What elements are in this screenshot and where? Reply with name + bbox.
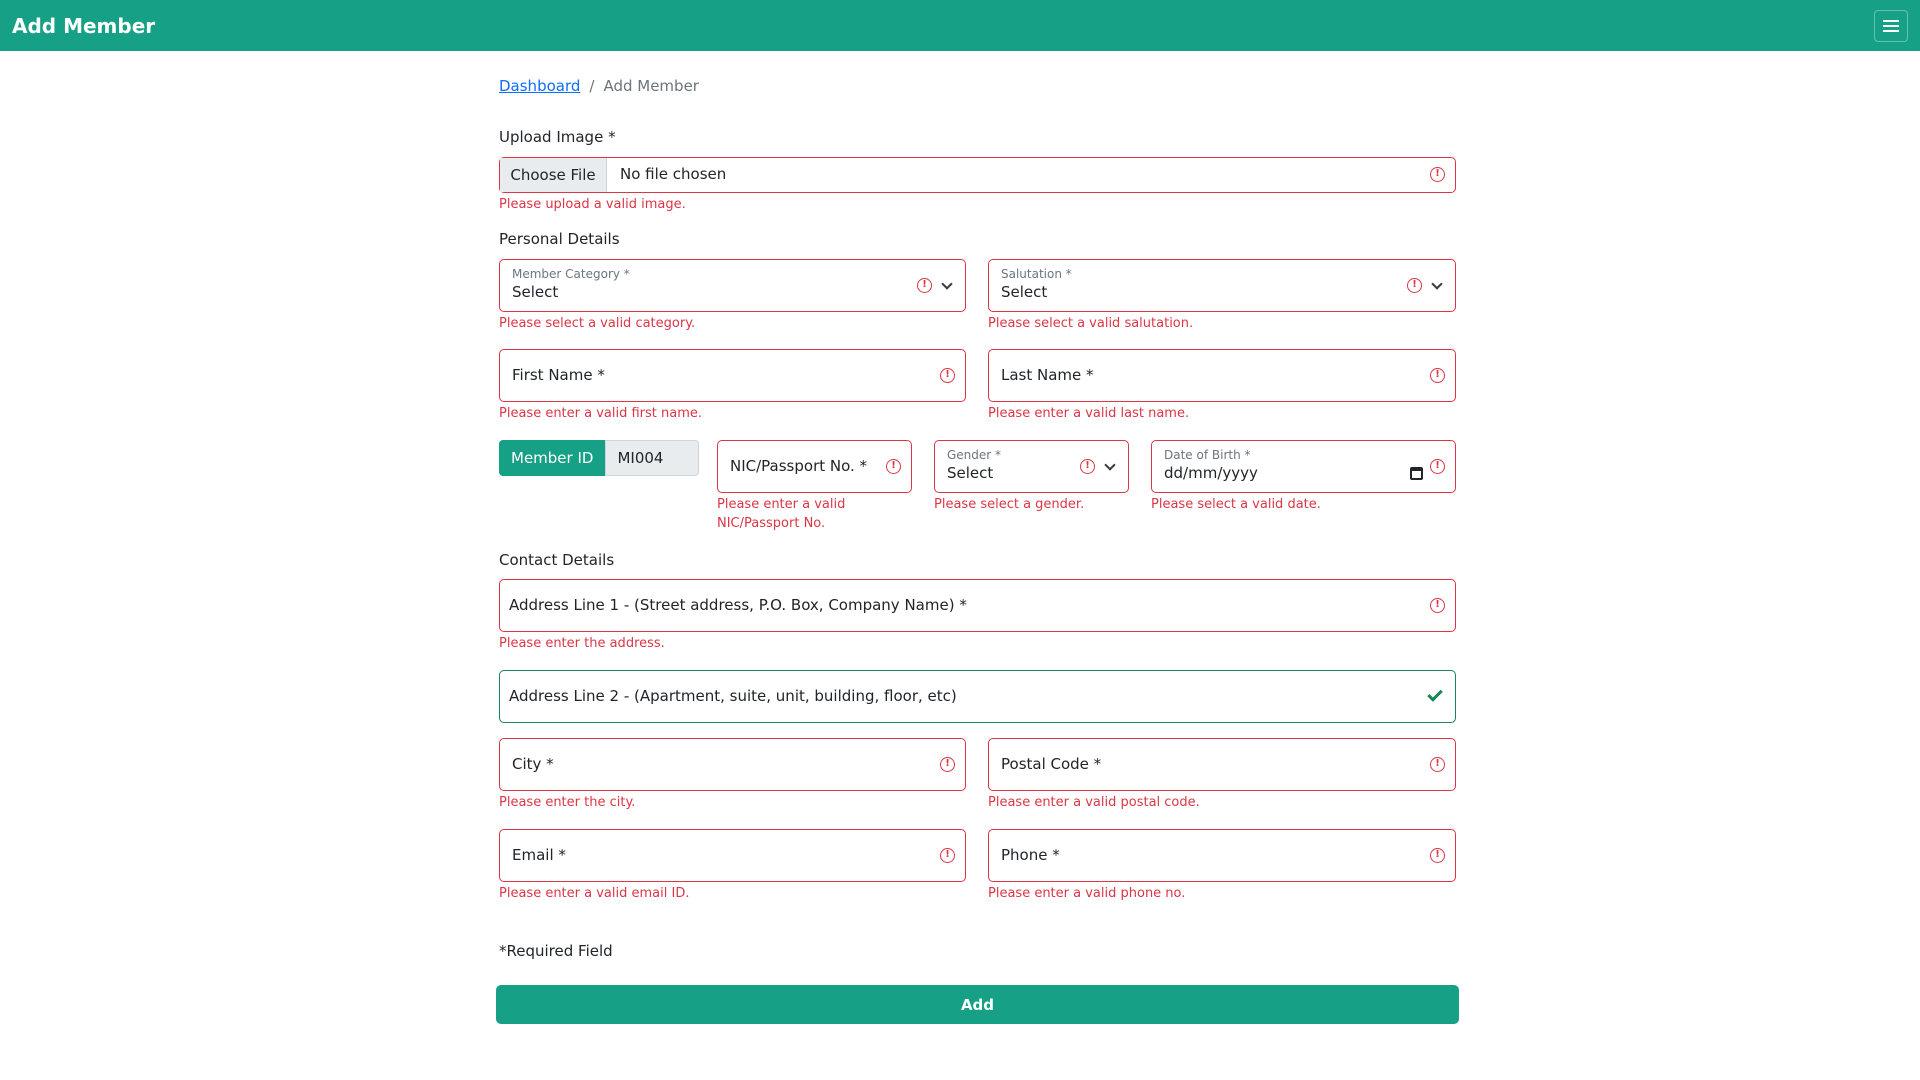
date-of-birth-input[interactable]: Date of Birth * dd/mm/yyyy ! [1151,440,1456,493]
phone-label: Phone * [1001,846,1060,864]
upload-image-input[interactable]: Choose File No file chosen ! [499,157,1456,193]
chevron-down-icon [1104,459,1116,471]
calendar-icon[interactable] [1410,467,1423,480]
gender-value: Select [947,464,994,482]
check-icon [1427,686,1443,702]
address-line1-error: Please enter the address. [499,636,665,651]
address-line2-label: Address Line 2 - (Apartment, suite, unit… [509,687,957,705]
phone-input[interactable]: Phone * ! [988,829,1456,882]
postal-code-error: Please enter a valid postal code. [988,795,1200,810]
error-icon: ! [917,278,932,293]
city-input[interactable]: City * ! [499,738,966,791]
first-name-input[interactable]: First Name * ! [499,349,966,402]
choose-file-button[interactable]: Choose File [500,158,607,192]
member-id-value: MI004 [605,440,700,476]
page-title: Add Member [12,13,156,38]
error-icon: ! [1430,459,1445,474]
required-field-note: *Required Field [499,942,613,960]
last-name-input[interactable]: Last Name * ! [988,349,1456,402]
chevron-down-icon [941,278,953,290]
address-line2-input[interactable]: Address Line 2 - (Apartment, suite, unit… [499,670,1456,723]
salutation-value: Select [1001,283,1048,301]
member-id-label: Member ID [499,440,606,476]
member-id-group: Member ID MI004 [499,440,700,476]
error-icon: ! [1430,848,1445,863]
last-name-error: Please enter a valid last name. [988,406,1190,421]
address-line1-label: Address Line 1 - (Street address, P.O. B… [509,596,967,614]
upload-error: Please upload a valid image. [499,197,686,212]
email-input[interactable]: Email * ! [499,829,966,882]
contact-details-heading: Contact Details [499,551,615,569]
upload-image-label: Upload Image * [499,128,616,146]
member-category-select[interactable]: Member Category * Select ! [499,259,966,312]
error-icon: ! [1080,459,1095,474]
error-icon: ! [940,757,955,772]
first-name-label: First Name * [512,366,605,384]
gender-error: Please select a gender. [934,497,1085,512]
member-category-label: Member Category * [512,267,630,281]
nic-error-line2: NIC/Passport No. [717,516,826,531]
breadcrumb-link-dashboard[interactable]: Dashboard [499,77,580,95]
chevron-down-icon [1431,278,1443,290]
top-navbar: Add Member [0,0,1920,51]
postal-code-label: Postal Code * [1001,755,1102,773]
nic-passport-input[interactable]: NIC/Passport No. * ! [717,440,912,493]
address-line1-input[interactable]: Address Line 1 - (Street address, P.O. B… [499,579,1456,632]
error-icon: ! [1430,598,1445,613]
error-icon: ! [1407,278,1422,293]
dob-label: Date of Birth * [1164,448,1251,462]
breadcrumb-current: Add Member [603,77,699,95]
salutation-error: Please select a valid salutation. [988,316,1194,331]
error-icon: ! [940,848,955,863]
error-icon: ! [1430,167,1445,182]
email-error: Please enter a valid email ID. [499,886,690,901]
nic-passport-label: NIC/Passport No. * [730,457,868,475]
member-category-value: Select [512,283,559,301]
salutation-select[interactable]: Salutation * Select ! [988,259,1456,312]
error-icon: ! [1430,368,1445,383]
nic-error-line1: Please enter a valid [717,497,846,512]
city-error: Please enter the city. [499,795,636,810]
error-icon: ! [940,368,955,383]
gender-label: Gender * [947,448,1002,462]
breadcrumb: Dashboard / Add Member [499,77,699,95]
member-category-error: Please select a valid category. [499,316,696,331]
gender-select[interactable]: Gender * Select ! [934,440,1129,493]
error-icon: ! [1430,757,1445,772]
phone-error: Please enter a valid phone no. [988,886,1186,901]
email-label: Email * [512,846,566,864]
dob-value: dd/mm/yyyy [1164,464,1258,482]
first-name-error: Please enter a valid first name. [499,406,703,421]
hamburger-icon[interactable] [1874,9,1908,42]
personal-details-heading: Personal Details [499,230,620,248]
error-icon: ! [886,459,901,474]
dob-error: Please select a valid date. [1151,497,1321,512]
salutation-label: Salutation * [1001,267,1072,281]
file-status-text: No file chosen [620,165,727,183]
postal-code-input[interactable]: Postal Code * ! [988,738,1456,791]
add-button[interactable]: Add [496,985,1459,1024]
city-label: City * [512,755,554,773]
breadcrumb-separator: / [589,77,595,95]
nic-passport-error: Please enter a valid NIC/Passport No. [717,495,845,533]
last-name-label: Last Name * [1001,366,1094,384]
